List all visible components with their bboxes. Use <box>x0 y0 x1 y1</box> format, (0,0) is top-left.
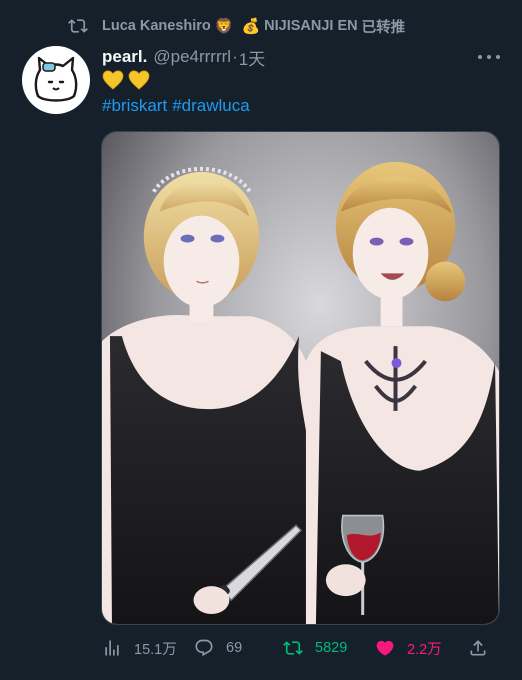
yellow-heart-icon <box>102 70 124 90</box>
header-separator: · <box>232 47 238 66</box>
hashtags: #briskart #drawluca <box>102 96 255 116</box>
author-handle[interactable]: @pe4rrrrrl <box>153 47 231 67</box>
tweet-time[interactable]: 1天 <box>239 45 265 70</box>
retweet-icon <box>68 19 88 33</box>
retweeted-label: 已转推 <box>361 19 406 36</box>
hashtag-link[interactable]: #briskart <box>102 96 167 115</box>
lion-emoji: 🦁 <box>214 18 234 35</box>
retweeter-name[interactable]: Luca Kaneshiro <box>102 18 211 34</box>
views-button[interactable]: 15.1万 <box>102 636 177 660</box>
money-bag-emoji: 💰 <box>241 18 261 35</box>
hashtag-link[interactable]: #drawluca <box>172 96 250 115</box>
share-icon <box>470 640 486 656</box>
tweet-card[interactable]: Luca Kaneshiro 🦁 💰 NIJISANJI EN 已转推 pear… <box>0 0 522 680</box>
retweet-context[interactable]: Luca Kaneshiro 🦁 💰 NIJISANJI EN 已转推 <box>68 14 405 38</box>
artwork-illustration <box>102 132 499 624</box>
retweeter-org[interactable]: NIJISANJI EN <box>264 18 357 34</box>
reply-button[interactable]: 69 <box>194 636 242 660</box>
analytics-icon <box>105 640 119 656</box>
reply-count: 69 <box>226 640 243 656</box>
tweet-media-image[interactable] <box>101 131 500 625</box>
heart-icon <box>376 640 394 656</box>
author-name[interactable]: pearl. <box>102 47 147 67</box>
retweet-count: 5829 <box>315 640 348 656</box>
yellow-heart-icon <box>128 70 150 90</box>
retweet-button[interactable]: 5829 <box>283 636 347 660</box>
like-count: 2.2万 <box>407 641 442 658</box>
tweet-header: pearl. @pe4rrrrrl · 1天 <box>102 45 265 70</box>
tweet-text-emojis <box>102 70 150 90</box>
retweet-icon <box>283 641 303 655</box>
cat-avatar-icon <box>34 56 78 102</box>
views-count: 15.1万 <box>134 641 177 658</box>
avatar[interactable] <box>22 46 90 114</box>
more-options-icon[interactable] <box>478 50 500 64</box>
share-button[interactable] <box>468 636 488 660</box>
action-bar: 15.1万 69 5829 2.2万 <box>102 636 492 660</box>
like-button[interactable]: 2.2万 <box>375 636 442 660</box>
reply-icon <box>195 639 213 657</box>
